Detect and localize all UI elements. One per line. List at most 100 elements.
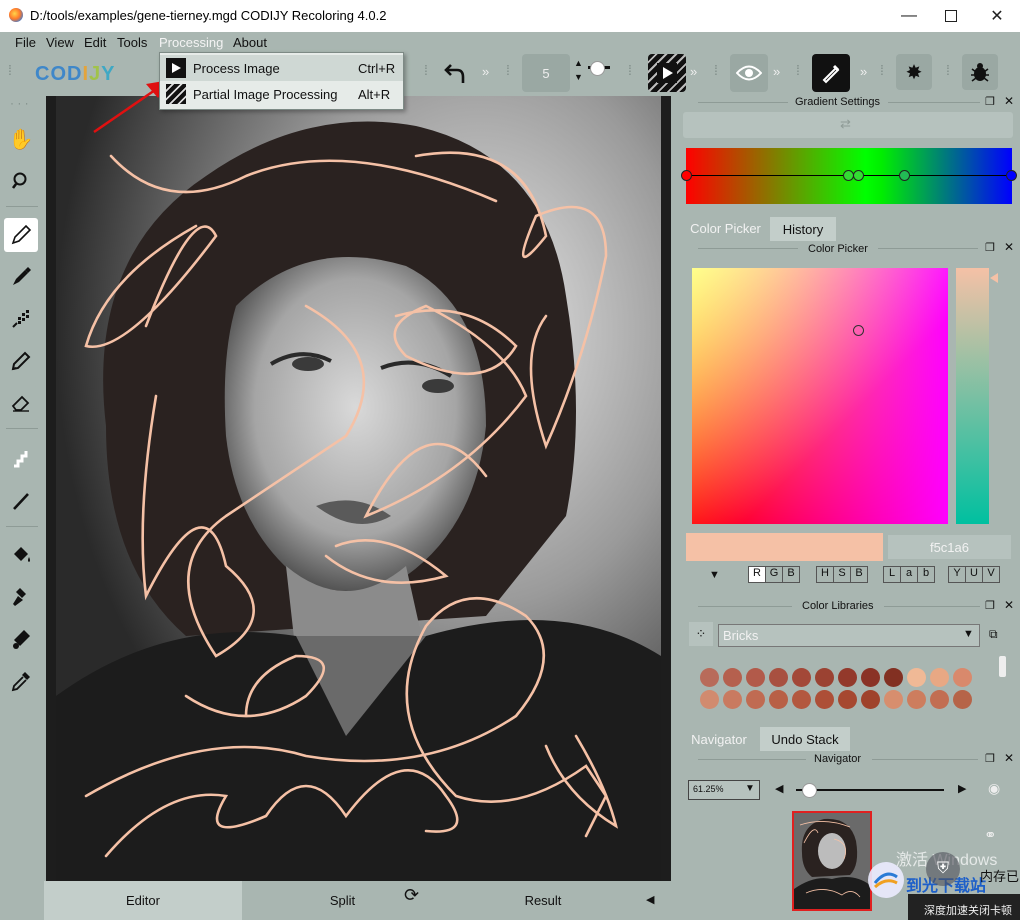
gradient-stop-handle[interactable] <box>681 170 692 181</box>
color-options-dropdown-icon[interactable]: ▼ <box>709 569 720 581</box>
zoom-out-icon[interactable]: ◀ <box>775 782 783 795</box>
maximize-button[interactable] <box>928 0 974 32</box>
menu-tools[interactable]: Tools <box>117 35 147 50</box>
gradient-stop-handle[interactable] <box>853 170 864 181</box>
library-swatch[interactable] <box>700 690 719 709</box>
library-swatch[interactable] <box>907 668 926 687</box>
preview-eye-icon[interactable]: ◉ <box>988 780 1000 797</box>
settings-button[interactable]: ✸ <box>896 54 932 90</box>
pen-tool[interactable] <box>4 344 38 378</box>
color-field-cursor[interactable] <box>853 325 864 336</box>
library-swatch[interactable] <box>769 668 788 687</box>
library-swatch[interactable] <box>884 690 903 709</box>
gradient-reverse-icon[interactable]: ⇄ <box>840 116 851 132</box>
brush-size-slider-handle[interactable] <box>590 61 605 76</box>
menu-file[interactable]: File <box>15 35 36 50</box>
close-button[interactable]: ✕ <box>974 0 1020 32</box>
library-swatch[interactable] <box>953 690 972 709</box>
library-swatch[interactable] <box>861 668 880 687</box>
library-swatch[interactable] <box>861 690 880 709</box>
float-panel-icon[interactable]: ❐ <box>985 241 995 254</box>
copy-library-icon[interactable]: ⧉ <box>989 627 998 642</box>
bug-report-button[interactable] <box>962 54 998 90</box>
tab-color-picker[interactable]: Color Picker <box>683 217 768 239</box>
minimize-button[interactable]: — <box>886 0 932 32</box>
library-swatch[interactable] <box>700 668 719 687</box>
close-panel-icon[interactable]: ✕ <box>1004 751 1014 765</box>
library-swatch[interactable] <box>746 668 765 687</box>
spin-up-icon[interactable]: ▲ <box>574 56 583 70</box>
eyedropper-tool[interactable] <box>4 664 38 698</box>
scroll-left-icon[interactable]: ◀ <box>646 893 654 906</box>
spray-tool[interactable] <box>4 302 38 336</box>
library-select[interactable]: Bricks ▼ <box>718 624 980 647</box>
fill-bucket-tool[interactable] <box>4 538 38 572</box>
library-swatch[interactable] <box>723 668 742 687</box>
hue-slider-handle[interactable] <box>990 273 998 283</box>
menu-about[interactable]: About <box>233 35 267 50</box>
close-panel-icon[interactable]: ✕ <box>1004 240 1014 254</box>
close-panel-icon[interactable]: ✕ <box>1004 598 1014 612</box>
pen-mode-button[interactable] <box>812 54 850 92</box>
zoom-slider[interactable] <box>796 789 944 791</box>
library-swatch[interactable] <box>838 690 857 709</box>
process-image-button[interactable] <box>648 54 686 92</box>
library-swatch[interactable] <box>815 668 834 687</box>
pencil-tool[interactable] <box>4 218 38 252</box>
zoom-tool[interactable] <box>4 164 38 198</box>
line-tool[interactable] <box>4 442 38 476</box>
menu-view[interactable]: View <box>46 35 74 50</box>
hand-tool[interactable]: ✋ <box>4 122 38 156</box>
library-swatch[interactable] <box>884 668 903 687</box>
gradient-stop-handle[interactable] <box>1006 170 1017 181</box>
spin-down-icon[interactable]: ▼ <box>574 70 583 84</box>
tab-editor[interactable]: Editor <box>44 881 242 920</box>
library-scrollbar[interactable] <box>999 656 1006 677</box>
link-icon[interactable]: ⚭ <box>984 826 997 844</box>
library-swatch[interactable] <box>792 690 811 709</box>
zoom-select[interactable]: 61.25% ▼ <box>688 780 760 800</box>
stamp-tool[interactable] <box>4 580 38 614</box>
image-canvas[interactable] <box>46 96 671 881</box>
library-swatch[interactable] <box>953 668 972 687</box>
tab-history[interactable]: History <box>770 217 836 241</box>
eraser-tool[interactable] <box>4 386 38 420</box>
library-swatch[interactable] <box>746 690 765 709</box>
zoom-in-icon[interactable]: ▶ <box>958 782 966 795</box>
brush-size-field[interactable]: 5 <box>522 54 570 92</box>
panel-splitter[interactable] <box>671 94 679 881</box>
library-swatch[interactable] <box>930 668 949 687</box>
tab-undo-stack[interactable]: Undo Stack <box>760 727 850 751</box>
marker-tool[interactable] <box>4 260 38 294</box>
hue-slider[interactable] <box>956 268 989 524</box>
library-swatch[interactable] <box>815 690 834 709</box>
library-swatch[interactable] <box>838 668 857 687</box>
undo-button[interactable] <box>438 54 474 90</box>
float-panel-icon[interactable]: ❐ <box>985 95 995 108</box>
library-swatch[interactable] <box>769 690 788 709</box>
menu-edit[interactable]: Edit <box>84 35 106 50</box>
library-swatch[interactable] <box>907 690 926 709</box>
color-field[interactable] <box>692 268 948 524</box>
eyedropper-fill-tool[interactable] <box>4 622 38 656</box>
preview-button[interactable] <box>730 54 768 92</box>
tab-result[interactable]: Result <box>443 881 643 920</box>
library-swatch[interactable] <box>723 690 742 709</box>
close-panel-icon[interactable]: ✕ <box>1004 94 1014 108</box>
hex-value-field[interactable]: f5c1a6 <box>888 535 1011 559</box>
menu-item-partial-image-processing[interactable]: Partial Image Processing Alt+R <box>160 81 403 107</box>
navigator-thumbnail[interactable] <box>792 811 872 911</box>
float-panel-icon[interactable]: ❐ <box>985 599 995 612</box>
library-swatch[interactable] <box>792 668 811 687</box>
straight-line-tool[interactable] <box>4 484 38 518</box>
library-swatch[interactable] <box>930 690 949 709</box>
library-palette-button[interactable]: ⁘ <box>689 622 713 646</box>
tab-navigator[interactable]: Navigator <box>683 727 755 751</box>
menu-processing[interactable]: Processing <box>159 35 223 50</box>
swap-icon[interactable]: ⟳ <box>404 885 419 906</box>
menu-item-process-image[interactable]: Process Image Ctrl+R <box>160 55 403 81</box>
brush-size-spinner[interactable]: ▲ ▼ <box>574 56 583 84</box>
float-panel-icon[interactable]: ❐ <box>985 752 995 765</box>
zoom-slider-handle[interactable] <box>802 783 817 798</box>
gradient-stop-handle[interactable] <box>899 170 910 181</box>
